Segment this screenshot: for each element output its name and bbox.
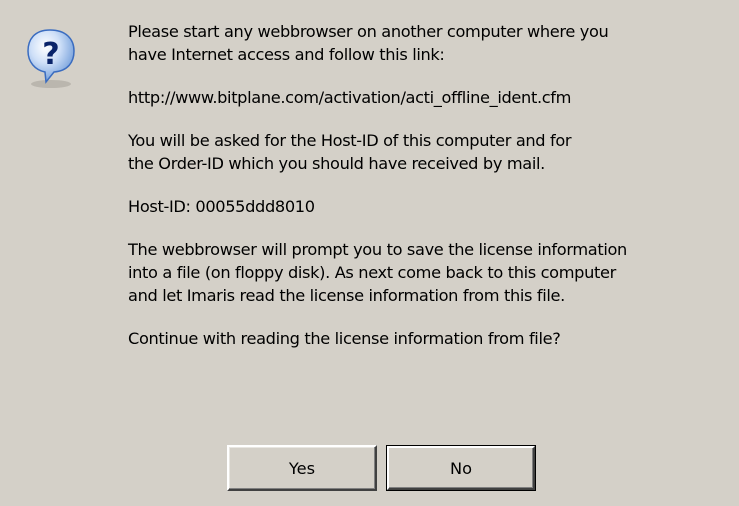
no-button-label: No bbox=[449, 458, 472, 478]
message-line: the Order-ID which you should have recei… bbox=[128, 154, 545, 173]
yes-button-label: Yes bbox=[288, 458, 316, 478]
host-id-text: Host-ID: 00055ddd8010 bbox=[128, 197, 315, 216]
question-text: Continue with reading the license inform… bbox=[128, 329, 561, 348]
message-line: into a file (on floppy disk). As next co… bbox=[128, 263, 616, 282]
message-line: You will be asked for the Host-ID of thi… bbox=[128, 131, 572, 150]
svg-text:?: ? bbox=[42, 37, 59, 72]
no-button[interactable]: No bbox=[386, 445, 536, 491]
question-icon: ? bbox=[27, 29, 75, 88]
dialog-message: Please start any webbrowser on another c… bbox=[128, 20, 736, 350]
yes-button[interactable]: Yes bbox=[227, 445, 377, 491]
no-button-face: No bbox=[387, 446, 535, 490]
message-line: Please start any webbrowser on another c… bbox=[128, 22, 609, 41]
message-line: have Internet access and follow this lin… bbox=[128, 45, 445, 64]
activation-link-text: http://www.bitplane.com/activation/acti_… bbox=[128, 88, 572, 107]
message-line: The webbrowser will prompt you to save t… bbox=[128, 240, 627, 259]
message-dialog: ? Please start any webbrowser on another… bbox=[0, 0, 739, 506]
message-line: and let Imaris read the license informat… bbox=[128, 286, 565, 305]
